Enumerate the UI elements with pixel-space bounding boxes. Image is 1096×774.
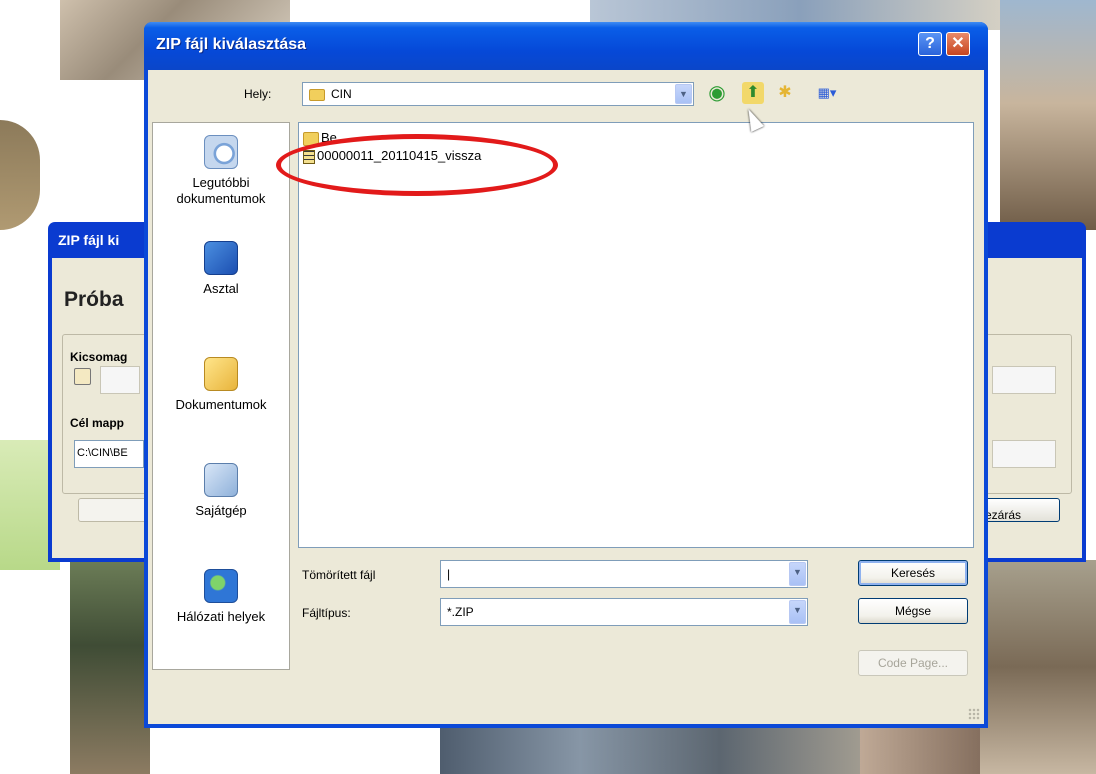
resize-grip[interactable] [968,708,980,720]
look-in-label: Hely: [244,87,272,101]
package-label: Kicsomag [70,350,128,364]
package-icon[interactable] [74,368,91,385]
new-folder-icon[interactable]: ✱ [774,82,796,104]
place-label: Asztal [203,281,239,296]
my-computer-icon [204,463,238,497]
place-label: Dokumentumok [175,397,267,412]
up-folder-icon[interactable]: ⬆ [742,82,764,104]
background-photo [980,560,1096,774]
back-icon[interactable]: ◉ [706,82,728,104]
place-desktop[interactable]: Asztal [153,241,289,297]
filetype-label: Fájltípus: [302,606,351,620]
my-documents-icon [204,357,238,391]
search-button[interactable]: Keresés [858,560,968,586]
background-photo [70,560,150,774]
background-dialog-title: ZIP fájl ki [58,232,120,248]
code-page-button[interactable]: Code Page... [858,650,968,676]
network-places-icon [204,569,238,603]
recent-documents-icon [204,135,238,169]
filename-combo[interactable]: | ▼ [440,560,808,588]
background-photo [0,120,40,230]
place-label: Sajátgép [195,503,247,518]
background-photo [1000,0,1096,230]
close-button[interactable]: ✕ [946,32,970,56]
highlight-ellipse [276,134,558,196]
folder-icon [309,88,325,101]
place-my-documents[interactable]: Dokumentumok [153,357,289,413]
title-bar[interactable]: ZIP fájl kiválasztása ? ✕ [144,22,988,70]
filename-label: Tömörített fájl [302,568,376,582]
background-photo [860,725,1000,774]
cancel-button[interactable]: Mégse [858,598,968,624]
target-label: Cél mapp [70,416,125,430]
look-in-value: CIN [331,87,352,101]
view-menu-icon[interactable]: ▦▾ [812,82,842,104]
package-field-right[interactable] [992,366,1056,394]
background-photo [440,725,860,774]
place-recent-documents[interactable]: Legutóbbi dokumentumok [153,135,289,207]
target-field-right[interactable] [992,440,1056,468]
dialog-title: ZIP fájl kiválasztása [156,36,307,53]
chevron-down-icon[interactable]: ▼ [789,562,806,586]
zip-file-dialog: ZIP fájl kiválasztása ? ✕ Hely: CIN ▼ ◉ … [144,22,988,728]
target-field[interactable]: C:\CIN\BE [74,440,144,468]
desktop-icon [204,241,238,275]
place-label: Hálózati helyek [176,609,266,624]
help-button[interactable]: ? [918,32,942,56]
dialog-client: Hely: CIN ▼ ◉ ⬆ ✱ ▦▾ Legutóbbi dokumentu… [148,70,984,724]
look-in-combo[interactable]: CIN ▼ [302,82,694,106]
chevron-down-icon[interactable]: ▼ [789,600,806,624]
place-label: Legutóbbi dokumentumok [176,175,266,206]
background-dialog-heading: Próba [64,288,124,311]
close-archive-button[interactable]: ezárás [978,498,1060,522]
filetype-value: *.ZIP [447,605,474,619]
chevron-down-icon[interactable]: ▼ [675,84,692,104]
package-field[interactable] [100,366,140,394]
place-my-computer[interactable]: Sajátgép [153,463,289,519]
places-bar: Legutóbbi dokumentumok Asztal Dokumentum… [152,122,290,670]
filetype-combo[interactable]: *.ZIP ▼ [440,598,808,626]
place-network[interactable]: Hálózati helyek [153,569,289,625]
filename-value: | [447,567,451,581]
